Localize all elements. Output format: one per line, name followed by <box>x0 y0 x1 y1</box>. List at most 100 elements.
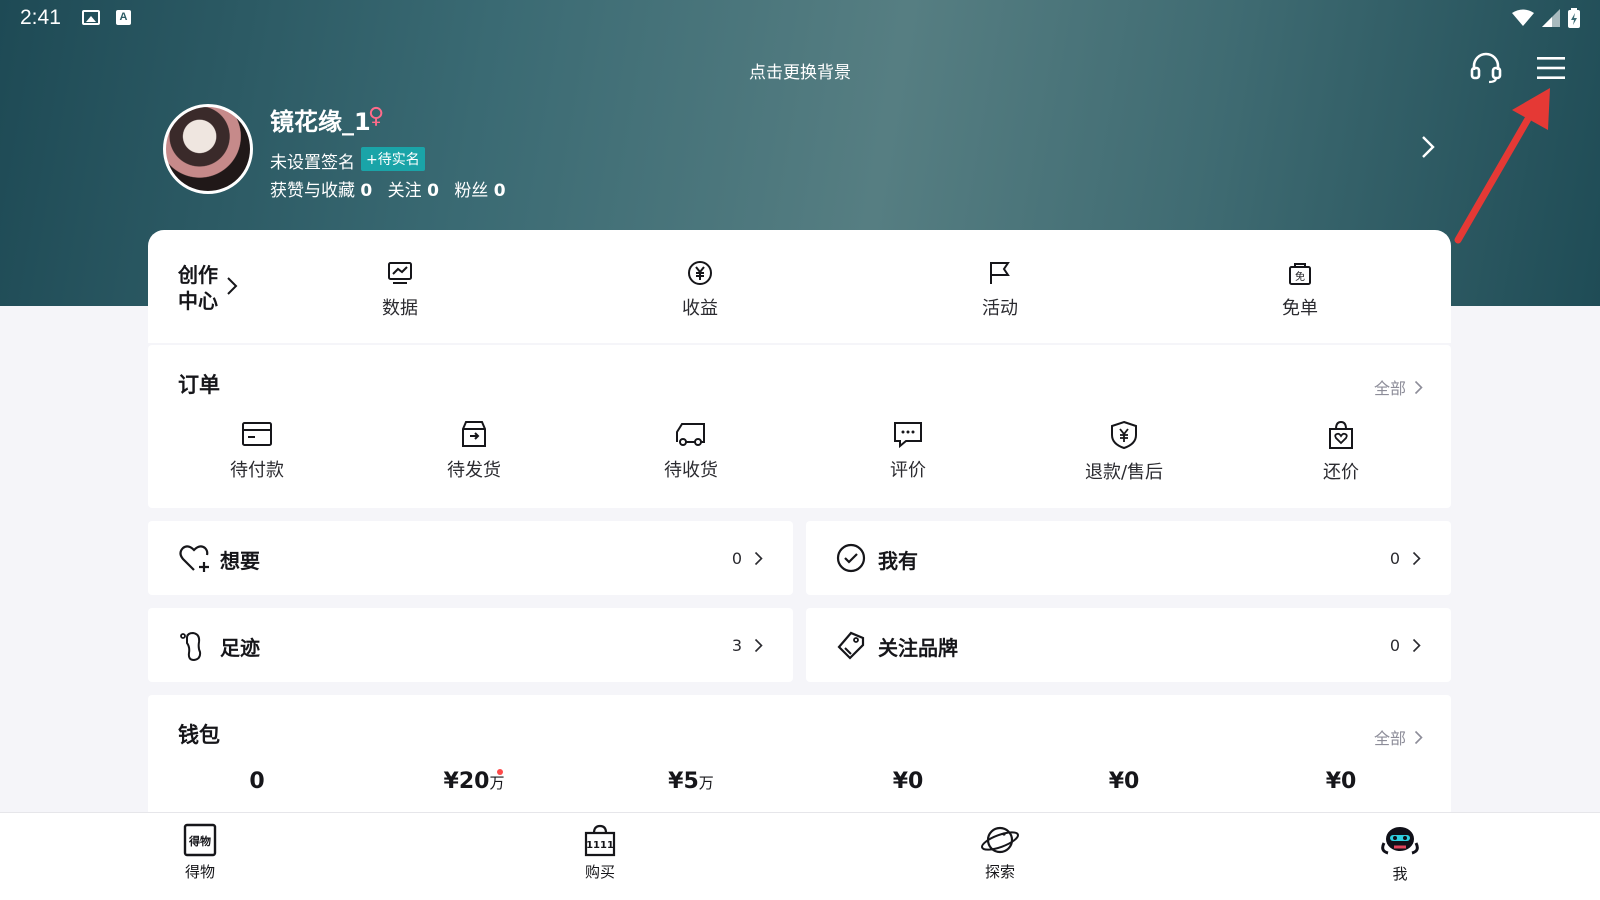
flag-icon <box>990 262 1010 284</box>
status-time: 2:41 <box>20 6 61 29</box>
fans-value: 0 <box>493 181 506 201</box>
wallet-item-value[interactable]: ¥0 <box>838 769 978 794</box>
yen-coin-icon <box>688 261 712 285</box>
wallet-item-value[interactable]: ¥5万 <box>621 769 761 794</box>
profile-chevron-icon[interactable] <box>1420 134 1436 160</box>
profile-stats: 获赞与收藏 0 关注 0 粉丝 0 <box>270 176 516 201</box>
verify-badge[interactable]: +待实名 <box>361 147 425 171</box>
wallet-all-label: 全部 <box>1373 729 1406 748</box>
order-item-pending-receipt[interactable]: 待收货 <box>631 420 751 482</box>
chevron-right-icon[interactable] <box>226 276 238 296</box>
headset-service-icon[interactable] <box>1468 50 1504 86</box>
username: 镜花缘_1 <box>270 108 371 136</box>
creation-item-free-order[interactable]: 免 免单 <box>1240 260 1360 320</box>
footprint-icon <box>180 631 202 662</box>
creation-center-card: 创作中心 数据 收益 活动 免 免单 <box>148 230 1451 343</box>
order-item-label: 待发货 <box>447 460 501 481</box>
brands-label: 关注品牌 <box>878 636 958 660</box>
wallet-value: ¥0 <box>1108 769 1140 794</box>
comment-icon <box>894 422 922 448</box>
chevron-right-icon <box>1414 730 1423 744</box>
wallet-all-link[interactable]: 全部 <box>1374 725 1423 749</box>
fans-label[interactable]: 粉丝 <box>454 181 488 201</box>
wallet-item-value[interactable]: 0 <box>187 769 327 794</box>
wallet-item-value[interactable]: ¥20万 <box>404 769 544 794</box>
signature-text[interactable]: 未设置签名 <box>270 148 355 173</box>
gallery-notification-icon <box>82 10 100 25</box>
truck-icon <box>676 423 705 446</box>
wallet-item-value[interactable]: ¥0 <box>1271 769 1411 794</box>
wallet-card-icon <box>242 422 272 446</box>
following-label[interactable]: 关注 <box>388 181 422 201</box>
nav-label: 购买 <box>584 863 615 881</box>
wallet-value: 0 <box>249 769 265 794</box>
shopping-bag-1111-icon: 1111 <box>584 824 616 857</box>
nav-item-explore[interactable]: 探索 <box>950 823 1050 882</box>
creation-center-label[interactable]: 创作中心 <box>178 262 218 314</box>
menu-icon[interactable] <box>1533 50 1569 86</box>
order-item-bargain[interactable]: 还价 <box>1281 420 1401 484</box>
signal-icon <box>1542 9 1560 27</box>
chevron-right-icon <box>1412 638 1421 653</box>
want-count: 0 <box>731 549 742 568</box>
wallet-value: ¥20 <box>443 769 490 794</box>
following-value: 0 <box>427 181 439 201</box>
bottom-nav: 得物 得物 1111 购买 探索 我 <box>0 812 1600 900</box>
wallet-value: ¥5 <box>668 769 699 794</box>
wallet-card: 钱包 全部 0 ¥20万 ¥5万 ¥0 ¥0 ¥0 <box>148 695 1451 815</box>
status-bar: 2:41 A <box>0 0 1600 36</box>
order-item-label: 还价 <box>1323 462 1359 483</box>
footprint-label: 足迹 <box>220 636 260 660</box>
nav-label: 得物 <box>184 863 215 881</box>
order-item-label: 评价 <box>890 460 926 481</box>
creation-item-earnings[interactable]: 收益 <box>640 260 760 320</box>
svg-text:1111: 1111 <box>586 840 614 851</box>
order-item-pending-shipment[interactable]: 待发货 <box>414 420 534 482</box>
want-row[interactable]: 想要 0 <box>148 521 793 595</box>
order-item-refund[interactable]: 退款/售后 <box>1064 420 1184 484</box>
wifi-icon <box>1512 9 1534 26</box>
wallet-item-value[interactable]: ¥0 <box>1054 769 1194 794</box>
creation-item-label: 数据 <box>382 298 418 319</box>
chart-icon <box>388 262 412 284</box>
check-circle-icon <box>836 543 866 573</box>
footprint-row[interactable]: 足迹 3 <box>148 608 793 682</box>
shield-yen-icon <box>1111 420 1137 450</box>
footprint-count-area: 3 <box>732 636 763 655</box>
planet-icon <box>981 826 1019 854</box>
battery-icon <box>1568 8 1580 28</box>
wallet-value: ¥0 <box>892 769 924 794</box>
box-icon <box>462 421 486 447</box>
want-count-area: 0 <box>732 549 763 568</box>
nav-item-buy[interactable]: 1111 购买 <box>550 823 650 882</box>
gender-icon: ♀ <box>368 104 385 129</box>
avatar-mascot-icon <box>1381 827 1419 855</box>
tag-icon <box>837 631 865 660</box>
brands-row[interactable]: 关注品牌 0 <box>806 608 1451 682</box>
orders-all-label: 全部 <box>1373 379 1406 398</box>
notification-dot <box>497 769 503 775</box>
order-item-label: 退款/售后 <box>1084 462 1164 483</box>
avatar[interactable] <box>163 104 253 194</box>
have-row[interactable]: 我有 0 <box>806 521 1451 595</box>
likes-value: 0 <box>360 181 373 201</box>
order-item-review[interactable]: 评价 <box>848 420 968 482</box>
nav-item-me[interactable]: 我 <box>1350 823 1450 884</box>
keyboard-notification-icon: A <box>116 10 131 25</box>
heart-plus-icon <box>179 545 209 572</box>
order-item-label: 待付款 <box>230 460 284 481</box>
order-item-pending-payment[interactable]: 待付款 <box>197 420 317 482</box>
free-bag-icon: 免 <box>1289 263 1311 285</box>
creation-item-data[interactable]: 数据 <box>340 260 460 320</box>
nav-item-dewu[interactable]: 得物 得物 <box>150 823 250 882</box>
creation-item-activity[interactable]: 活动 <box>940 260 1060 320</box>
svg-text:得物: 得物 <box>188 834 211 848</box>
likes-label[interactable]: 获赞与收藏 <box>270 181 355 201</box>
wallet-unit: 万 <box>489 774 505 792</box>
orders-all-link[interactable]: 全部 <box>1374 375 1423 399</box>
nav-label: 探索 <box>984 863 1015 881</box>
change-background-link[interactable]: 点击更换背景 <box>0 58 1600 83</box>
creation-item-label: 收益 <box>682 298 718 319</box>
have-label: 我有 <box>878 549 918 573</box>
chevron-right-icon <box>754 638 763 653</box>
